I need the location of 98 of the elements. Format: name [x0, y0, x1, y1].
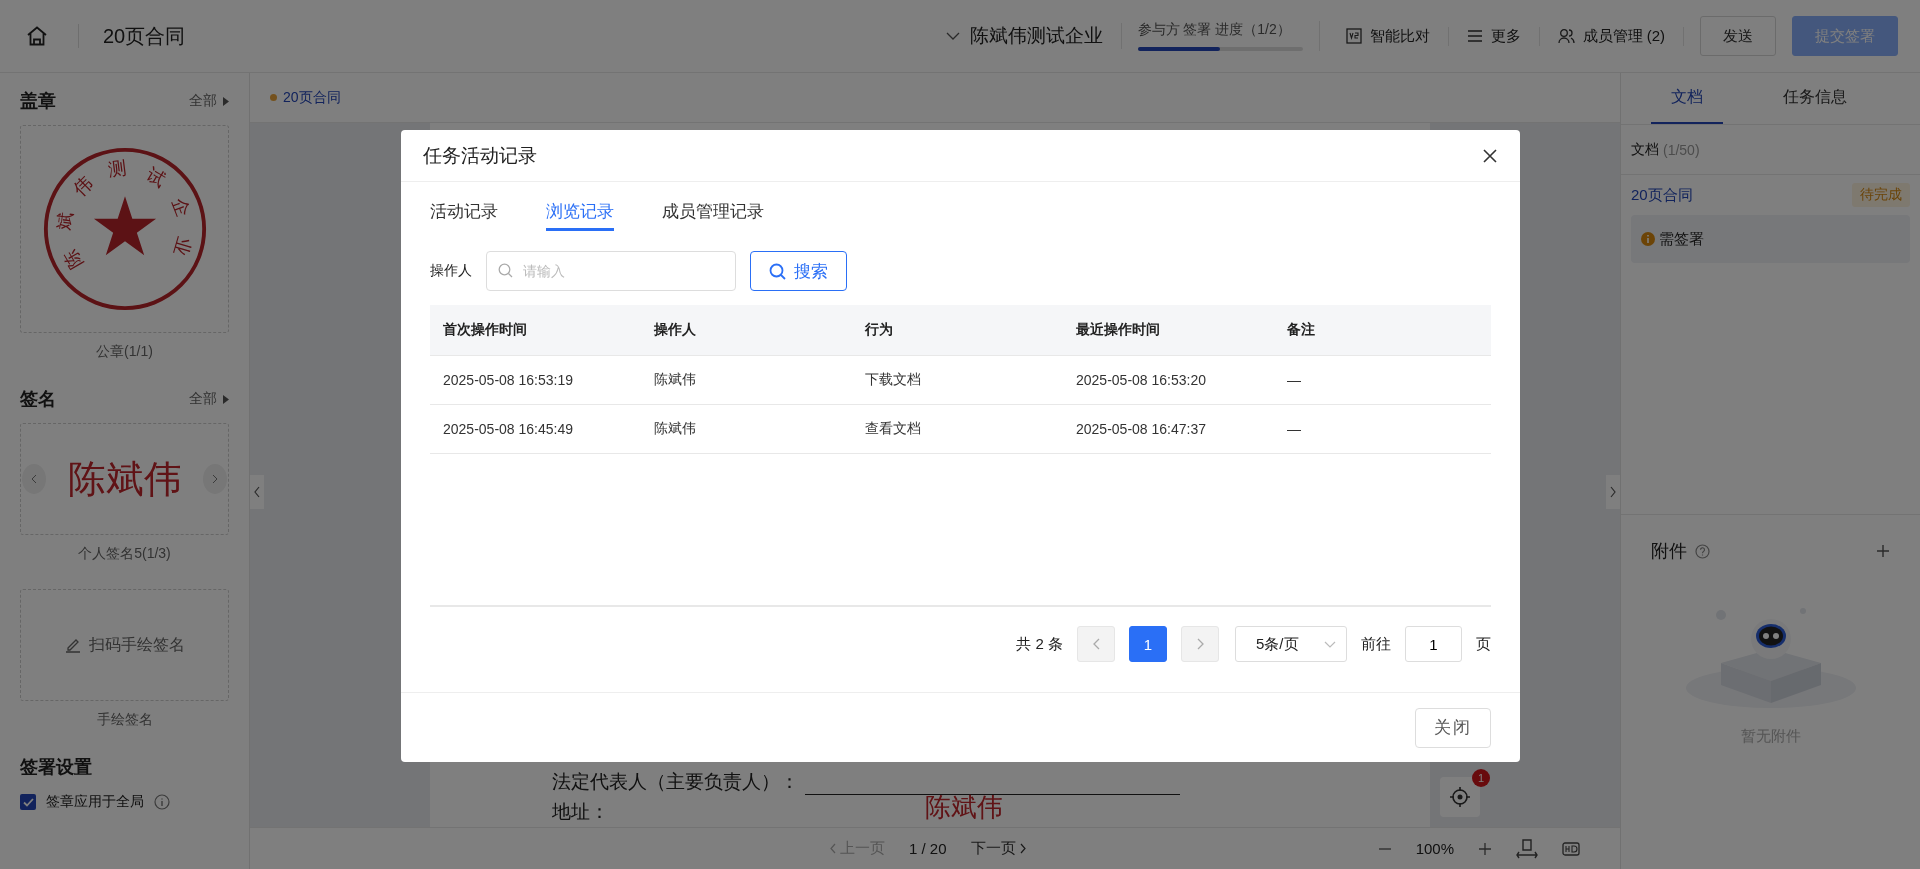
page-input[interactable]: 1	[1405, 626, 1462, 662]
chevron-right-icon	[1019, 843, 1026, 854]
locate-button[interactable]	[1440, 777, 1480, 817]
chevron-right-icon	[212, 474, 218, 484]
section-title: 签署设置	[20, 756, 93, 779]
chevron-right-icon	[1196, 638, 1204, 650]
chevron-down-icon	[1324, 640, 1336, 648]
chevron-left-icon	[254, 486, 260, 498]
toolbar-action[interactable]: 成员管理 (2)	[1539, 26, 1684, 46]
caret-icon	[223, 394, 229, 404]
task-label: 需签署	[1659, 229, 1704, 249]
table-cell-text: 陈斌伟	[653, 371, 697, 389]
chevron-right-icon	[1610, 486, 1616, 498]
people-icon	[1557, 28, 1575, 44]
table-cell-text: 查看文档	[864, 420, 922, 438]
column-header: 操作人	[653, 321, 697, 339]
seal-caption: 公章(1/1)	[95, 343, 154, 361]
table-cell-text: 2025-05-08 16:53:19	[442, 372, 574, 388]
zoom-level: 100%	[1415, 840, 1454, 857]
section-title: 签名	[20, 388, 56, 411]
chevron-left-icon	[830, 843, 836, 854]
crosshair-icon	[1449, 786, 1471, 808]
dialog-tab[interactable]: 活动记录	[430, 200, 498, 231]
table-cell-text: 下载文档	[864, 371, 922, 389]
collapse-handle[interactable]	[250, 475, 264, 509]
panel-tab[interactable]: 文档	[1651, 73, 1723, 124]
seal-text: 陈斌伟测试企业	[52, 157, 196, 273]
toolbar-action[interactable]: 智能比对	[1327, 26, 1449, 46]
handwrite-button[interactable]: 扫码手绘签名	[64, 634, 185, 656]
info-icon	[154, 794, 170, 810]
column-header: 首次操作时间	[442, 321, 528, 339]
signature-caption: 个人签名5(1/3)	[77, 545, 172, 563]
hd-icon[interactable]	[1562, 841, 1580, 856]
filter-label: 操作人	[430, 262, 472, 280]
goto-suffix: 页	[1476, 634, 1491, 654]
show-all-link[interactable]: 全部	[189, 390, 229, 408]
dialog-title: 任务活动记录	[423, 143, 537, 168]
pencil-icon	[64, 637, 81, 653]
chevron-down-icon	[945, 32, 960, 40]
page-button[interactable]: 1	[1129, 626, 1167, 662]
signature-text: 陈斌伟	[67, 456, 182, 502]
progress-label: 参与方 签署 进度（1/2）	[1137, 21, 1292, 39]
checkbox-label: 签章应用于全局	[46, 793, 144, 811]
column-header: 行为	[864, 321, 894, 339]
compare-icon	[1345, 28, 1362, 44]
table-cell-text: 2025-05-08 16:45:49	[442, 421, 574, 437]
table-cell-text: —	[1286, 421, 1302, 437]
table-cell-text: 2025-05-08 16:47:37	[1075, 421, 1207, 437]
search-button[interactable]: 搜索	[750, 251, 847, 291]
panel-tab[interactable]: 任务信息	[1763, 73, 1867, 124]
goto-label: 前往	[1361, 634, 1391, 654]
status-tag: 待完成	[1852, 183, 1910, 207]
documents-heading: 文档	[1631, 140, 1659, 159]
home-icon[interactable]	[26, 26, 48, 46]
table-cell-text: —	[1286, 372, 1302, 388]
close-icon[interactable]	[1482, 147, 1498, 164]
document-tab[interactable]: 20页合同	[270, 88, 341, 107]
table-cell-text: 陈斌伟	[653, 420, 697, 438]
document-title: 20页合同	[78, 24, 186, 48]
operator-search-field[interactable]: 请输入	[486, 251, 736, 291]
count-badge: 1	[1472, 769, 1490, 787]
chevron-left-icon	[31, 474, 37, 484]
expand-handle[interactable]	[1606, 475, 1620, 509]
search-icon	[769, 262, 786, 280]
handwrite-card[interactable]: 扫码手绘签名	[20, 589, 229, 701]
table-cell-text: 2025-05-08 16:53:20	[1075, 372, 1207, 388]
caret-icon	[223, 96, 229, 106]
next-page-link[interactable]: 下一页	[970, 839, 1026, 858]
dialog-tab[interactable]: 浏览记录	[546, 200, 614, 231]
search-icon	[498, 263, 513, 278]
document-link[interactable]: 20页合同	[1631, 185, 1693, 205]
total-count: 共 2 条	[1016, 634, 1063, 654]
show-all-link[interactable]: 全部	[189, 92, 229, 110]
handwrite-caption: 手绘签名	[95, 711, 154, 729]
column-header: 最近操作时间	[1075, 321, 1161, 339]
add-icon[interactable]	[1876, 544, 1890, 558]
page-size-select[interactable]: 5条/页	[1235, 626, 1347, 662]
document-text: 法定代表人（主要负责人）：	[552, 770, 799, 794]
info-icon	[1641, 232, 1655, 246]
page-indicator: 1 / 20	[909, 840, 947, 857]
close-button[interactable]: 关闭	[1415, 707, 1491, 748]
toolbar-action[interactable]: 更多	[1448, 26, 1540, 46]
checkbox[interactable]	[20, 794, 36, 810]
attachments-heading: 附件	[1651, 540, 1687, 563]
fit-width-icon[interactable]	[1516, 838, 1538, 859]
document-text: 地址：	[552, 800, 609, 824]
seal-card[interactable]: 陈斌伟测试企业	[20, 125, 229, 333]
task-card[interactable]: 需签署	[1631, 215, 1910, 263]
help-icon	[1695, 543, 1710, 559]
section-title: 盖章	[20, 90, 56, 113]
signature-text: 陈斌伟	[925, 792, 1003, 824]
dialog-tab[interactable]: 成员管理记录	[662, 200, 764, 231]
menu-icon	[1466, 29, 1483, 43]
chevron-left-icon	[1092, 638, 1100, 650]
company-selector[interactable]: 陈斌伟测试企业	[945, 23, 1122, 49]
zoom-in-icon[interactable]	[1478, 841, 1492, 856]
column-header: 备注	[1286, 321, 1316, 339]
send-button[interactable]: 发送	[1700, 16, 1776, 56]
